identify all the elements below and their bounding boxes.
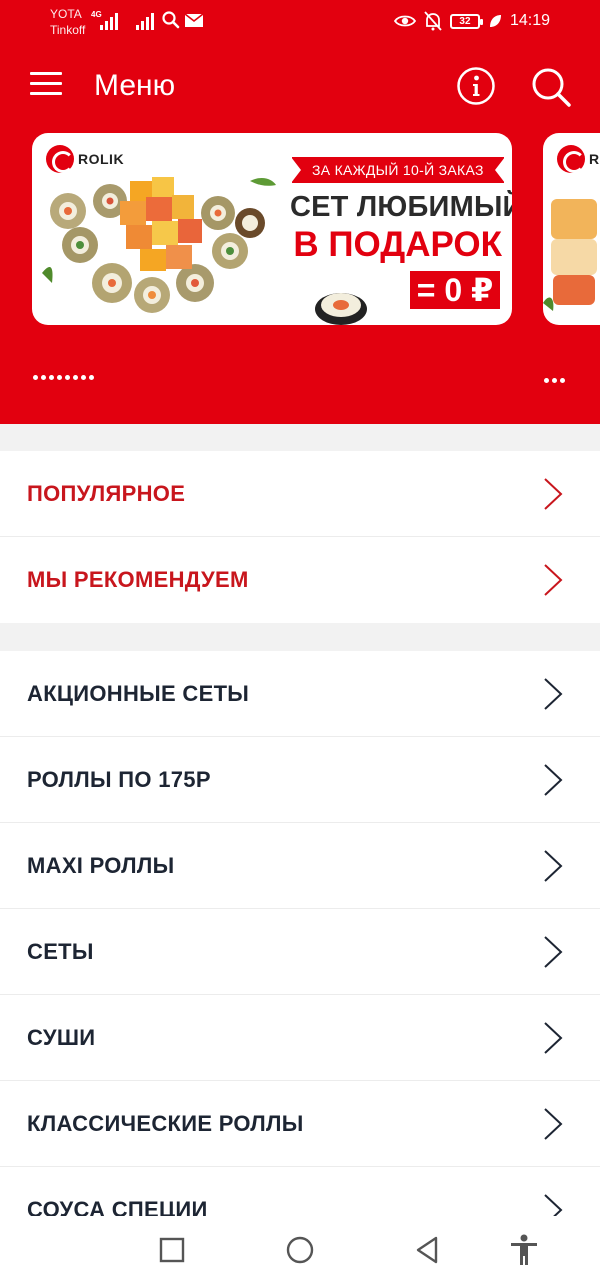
promo-ribbon: ЗА КАЖДЫЙ 10-Й ЗАКАЗ — [291, 157, 505, 183]
carousel-indicator-next — [544, 378, 565, 383]
category-item[interactable]: СОУСА СПЕЦИИ — [0, 1167, 600, 1216]
chevron-right-icon — [544, 564, 563, 596]
mute-bell-icon — [424, 11, 442, 31]
menu-item-popular[interactable]: ПОПУЛЯРНОЕ — [0, 451, 600, 537]
page-title: Меню — [94, 69, 176, 102]
chevron-right-icon — [544, 1194, 563, 1216]
carrier-2: Tinkoff — [50, 23, 86, 37]
circle-icon[interactable] — [282, 1232, 318, 1268]
chevron-right-icon — [544, 936, 563, 968]
logo-icon — [46, 145, 74, 173]
category-label: СУШИ — [27, 1025, 96, 1050]
leaf-icon — [489, 15, 501, 27]
category-item[interactable]: РОЛЛЫ ПО 175Р — [0, 737, 600, 823]
clock: 14:19 — [509, 12, 550, 29]
chevron-right-icon — [544, 1022, 563, 1054]
promo-headline-2: В ПОДАРОК — [293, 225, 502, 264]
chevron-right-icon — [544, 478, 563, 510]
search-status-icon — [162, 11, 180, 29]
search-icon[interactable] — [530, 66, 572, 108]
chevron-right-icon — [544, 678, 563, 710]
chevron-right-icon — [544, 764, 563, 796]
status-right: 32 14:19 — [393, 11, 550, 31]
signal-icon-2 — [136, 12, 158, 30]
category-item[interactable]: СЕТЫ — [0, 909, 600, 995]
menu-item-label: МЫ РЕКОМЕНДУЕМ — [27, 567, 249, 592]
accessibility-icon[interactable] — [506, 1232, 542, 1268]
signal-icon — [100, 12, 122, 30]
category-label: СОУСА СПЕЦИИ — [27, 1197, 208, 1216]
carousel-indicator — [33, 375, 94, 380]
featured-list: ПОПУЛЯРНОЕ МЫ РЕКОМЕНДУЕМ — [0, 451, 600, 623]
category-label: РОЛЛЫ ПО 175Р — [27, 767, 211, 792]
promo-banner-next[interactable]: RO — [543, 133, 600, 325]
info-icon[interactable] — [456, 66, 496, 106]
category-label: КЛАССИЧЕСКИЕ РОЛЛЫ — [27, 1111, 304, 1136]
header-area: YOTA Tinkoff 4G 32 14:19 Меню ROLIK ЗА К… — [0, 0, 600, 424]
category-label: АКЦИОННЫЕ СЕТЫ — [27, 681, 250, 706]
square-icon[interactable] — [154, 1232, 190, 1268]
category-item[interactable]: MAXI РОЛЛЫ — [0, 823, 600, 909]
category-list: АКЦИОННЫЕ СЕТЫ РОЛЛЫ ПО 175Р MAXI РОЛЛЫ … — [0, 651, 600, 1216]
chevron-right-icon — [544, 1108, 563, 1140]
status-bar: YOTA Tinkoff 4G 32 14:19 — [0, 0, 600, 44]
battery-icon: 32 — [449, 13, 483, 29]
brand-logo: ROLIK — [46, 145, 124, 173]
sushi-set-image — [42, 177, 276, 313]
chevron-right-icon — [544, 850, 563, 882]
menu-item-label: ПОПУЛЯРНОЕ — [27, 481, 186, 506]
eye-icon — [393, 15, 416, 27]
triangle-back-icon[interactable] — [410, 1232, 446, 1268]
carrier-names: YOTA Tinkoff — [50, 6, 85, 38]
category-item[interactable]: СУШИ — [0, 995, 600, 1081]
system-nav-bar — [0, 1216, 600, 1283]
promo-headline-1: СЕТ ЛЮБИМЫЙ — [290, 191, 512, 223]
hamburger-menu-button[interactable] — [30, 72, 62, 96]
mail-icon — [184, 13, 204, 27]
carrier-1: YOTA — [50, 7, 82, 21]
category-label: MAXI РОЛЛЫ — [27, 853, 175, 878]
sushi-roll-image — [543, 199, 597, 311]
price-badge: = 0 ₽ — [410, 271, 500, 309]
roll-image — [315, 293, 367, 325]
promo-banner[interactable]: ROLIK ЗА КАЖДЫЙ 10-Й ЗАКАЗ СЕТ ЛЮБИМЫЙ В… — [32, 133, 512, 325]
logo-icon-next — [557, 145, 585, 173]
app-bar: Меню — [0, 44, 600, 130]
menu-item-recommended[interactable]: МЫ РЕКОМЕНДУЕМ — [0, 537, 600, 623]
brand-logo-next: RO — [557, 145, 600, 173]
category-item[interactable]: АКЦИОННЫЕ СЕТЫ — [0, 651, 600, 737]
category-item[interactable]: КЛАССИЧЕСКИЕ РОЛЛЫ — [0, 1081, 600, 1167]
category-label: СЕТЫ — [27, 939, 94, 964]
